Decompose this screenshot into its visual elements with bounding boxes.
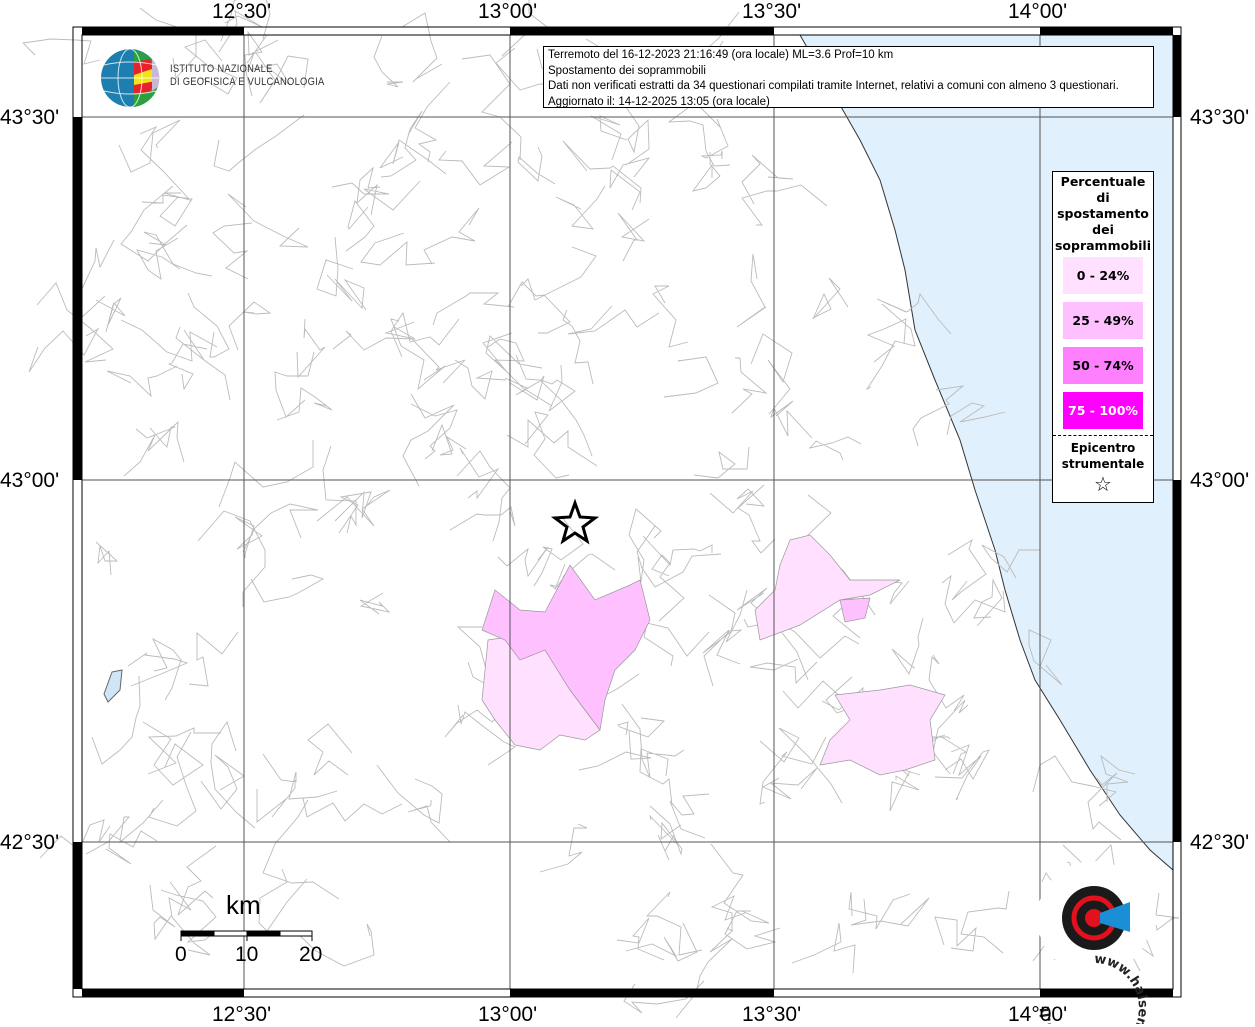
- legend-class-0-24: 0 - 24%: [1063, 257, 1143, 294]
- legend: Percentuale di spostamento dei soprammob…: [1052, 171, 1154, 503]
- lat-label-left: 42°30': [0, 831, 60, 854]
- legend-epicenter-line: strumentale: [1061, 457, 1145, 471]
- lat-label-left: 43°00': [0, 469, 60, 492]
- lon-label-top: 13°00': [478, 0, 538, 23]
- updated-time: Aggiornato il: 14-12-2025 13:05 (ora loc…: [548, 95, 770, 108]
- event-title: Terremoto del 16-12-2023 21:16:49 (ora l…: [548, 49, 894, 61]
- lon-label-bottom: 14°00': [1008, 1003, 1068, 1026]
- ingv-line1: ISTITUTO NAZIONALE: [170, 63, 273, 75]
- map-canvas: www.haisentitoilterremoto.it: [22, 0, 1182, 1024]
- scale-unit: km: [226, 890, 261, 920]
- legend-title-line: spostamento: [1057, 206, 1149, 221]
- event-info-box: Terremoto del 16-12-2023 21:16:49 (ora l…: [543, 46, 1154, 108]
- legend-class-50-74: 50 - 74%: [1063, 347, 1143, 384]
- scale-tick: 0: [175, 943, 187, 966]
- lon-label-top: 13°30': [742, 0, 802, 23]
- ingv-line2: DI GEOFISICA E VULCANOLOGIA: [170, 76, 325, 88]
- star-icon: ☆: [1094, 472, 1112, 496]
- data-note: Dati non verificati estratti da 34 quest…: [548, 80, 1119, 92]
- legend-class-75-100: 75 - 100%: [1063, 392, 1143, 429]
- lat-label-right: 42°30': [1190, 831, 1250, 854]
- legend-title-line: di: [1096, 190, 1110, 205]
- legend-title: Percentuale di spostamento dei soprammob…: [1053, 174, 1153, 254]
- scale-tick: 10: [235, 943, 259, 966]
- lon-label-bottom: 12°30': [212, 1003, 272, 1026]
- ingv-logo-text: ISTITUTO NAZIONALE DI GEOFISICA E VULCAN…: [170, 63, 324, 89]
- lon-label-top: 14°00': [1008, 0, 1068, 23]
- lat-label-right: 43°00': [1190, 469, 1250, 492]
- legend-title-line: dei: [1092, 222, 1114, 237]
- legend-title-line: Percentuale: [1060, 174, 1146, 189]
- legend-title-line: soprammobili: [1054, 238, 1151, 253]
- legend-epicenter-line: Epicentro: [1070, 441, 1136, 455]
- legend-epicenter: Epicentro strumentale ☆: [1053, 435, 1153, 496]
- legend-class-25-49: 25 - 49%: [1063, 302, 1143, 339]
- lon-label-bottom: 13°30': [742, 1003, 802, 1026]
- lon-label-bottom: 13°00': [478, 1003, 538, 1026]
- lon-label-top: 12°30': [212, 0, 272, 23]
- ingv-globe-logo: [101, 48, 160, 108]
- scale-tick: 20: [299, 943, 323, 966]
- hsit-logo: www.haisentitoilterremoto.it: [1037, 861, 1151, 1024]
- map-subject: Spostamento dei soprammobili: [548, 64, 706, 77]
- lat-label-right: 43°30': [1190, 106, 1250, 129]
- lat-label-left: 43°30': [0, 106, 60, 129]
